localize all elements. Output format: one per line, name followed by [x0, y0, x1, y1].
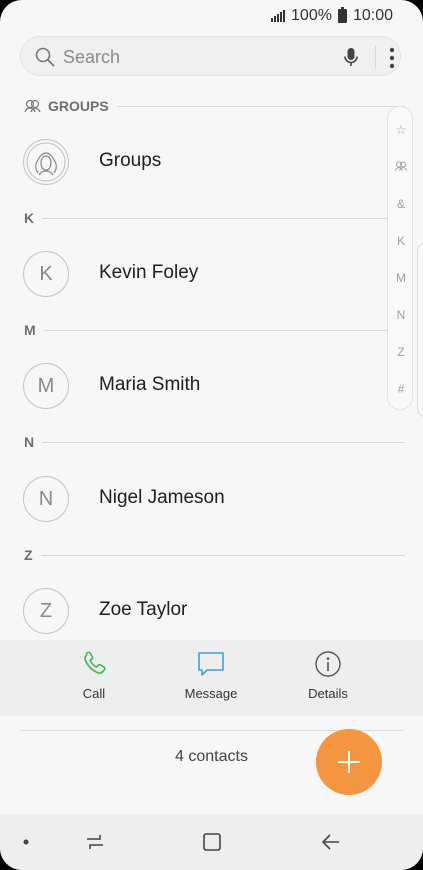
section-label: Z	[24, 547, 33, 563]
battery-icon	[337, 7, 347, 23]
section-header-z: Z	[24, 546, 405, 564]
index-item-favorites[interactable]: ☆	[388, 123, 414, 137]
section-header-k: K	[24, 209, 405, 227]
call-button[interactable]: Call	[44, 650, 144, 701]
search-bar[interactable]: Search	[20, 36, 401, 76]
section-label: GROUPS	[48, 98, 109, 114]
phone-icon	[84, 651, 106, 674]
contact-name: Nigel Jameson	[99, 487, 225, 508]
plus-icon	[338, 751, 360, 773]
alphabet-index-bar[interactable]: ☆ & K M N Z #	[387, 106, 413, 410]
section-label: K	[24, 210, 35, 226]
section-divider	[40, 554, 405, 556]
message-icon	[198, 652, 224, 676]
search-divider	[375, 46, 376, 68]
home-icon[interactable]	[202, 832, 222, 852]
edge-panel-handle[interactable]	[417, 243, 423, 417]
section-label: N	[24, 434, 35, 450]
add-contact-button[interactable]	[316, 729, 382, 795]
contact-row-maria-smith[interactable]: M Maria Smith	[0, 356, 380, 416]
message-label: Message	[184, 686, 238, 701]
index-item-groups[interactable]	[388, 160, 414, 174]
battery-percent: 100%	[291, 7, 332, 24]
status-bar: 100% 10:00	[0, 0, 423, 32]
section-divider	[43, 329, 405, 331]
avatar: K	[23, 251, 69, 297]
avatar: Z	[23, 588, 69, 634]
contacts-screen: 100% 10:00 Search GROUPS Groups K K Kevi…	[0, 0, 423, 870]
contact-name: Kevin Foley	[99, 262, 199, 283]
avatar: N	[23, 476, 69, 522]
groups-icon	[395, 161, 407, 171]
group-avatar-icon	[26, 142, 66, 182]
index-item-n[interactable]: N	[388, 308, 414, 322]
contact-name: Zoe Taylor	[99, 599, 188, 620]
more-options-icon[interactable]	[389, 46, 395, 70]
hide-keyboard-dot-icon[interactable]	[22, 838, 30, 846]
section-header-groups: GROUPS	[24, 97, 405, 115]
microphone-icon[interactable]	[339, 45, 363, 69]
avatar	[23, 139, 69, 185]
details-label: Details	[308, 686, 348, 701]
section-header-n: N	[24, 433, 405, 451]
navigation-bar	[0, 814, 423, 870]
search-input[interactable]: Search	[63, 47, 120, 68]
section-divider	[42, 217, 405, 219]
signal-icon	[271, 10, 286, 22]
contact-row-nigel-jameson[interactable]: N Nigel Jameson	[0, 469, 380, 529]
section-header-m: M	[24, 321, 405, 339]
section-divider	[42, 441, 405, 443]
contact-row-groups[interactable]: Groups	[0, 132, 380, 192]
contact-action-bar: Call Message Details	[0, 640, 423, 716]
index-item-z[interactable]: Z	[388, 345, 414, 359]
index-item-m[interactable]: M	[388, 271, 414, 285]
contact-name: Groups	[99, 150, 162, 171]
clock: 10:00	[352, 7, 393, 24]
section-divider	[116, 105, 405, 107]
recent-apps-icon[interactable]	[85, 832, 105, 852]
section-label: M	[24, 322, 36, 338]
contact-row-zoe-taylor[interactable]: Z Zoe Taylor	[0, 581, 380, 641]
groups-icon	[24, 99, 41, 113]
message-button[interactable]: Message	[161, 650, 261, 701]
search-icon	[35, 47, 55, 67]
contact-row-kevin-foley[interactable]: K Kevin Foley	[0, 244, 380, 304]
index-item-hash[interactable]: #	[388, 382, 414, 396]
details-button[interactable]: Details	[278, 650, 378, 701]
info-icon	[315, 651, 341, 677]
call-label: Call	[82, 686, 106, 701]
back-icon[interactable]	[321, 832, 341, 852]
contact-name: Maria Smith	[99, 374, 201, 395]
index-item-ampersand[interactable]: &	[388, 197, 414, 211]
index-item-k[interactable]: K	[388, 234, 414, 248]
avatar: M	[23, 363, 69, 409]
